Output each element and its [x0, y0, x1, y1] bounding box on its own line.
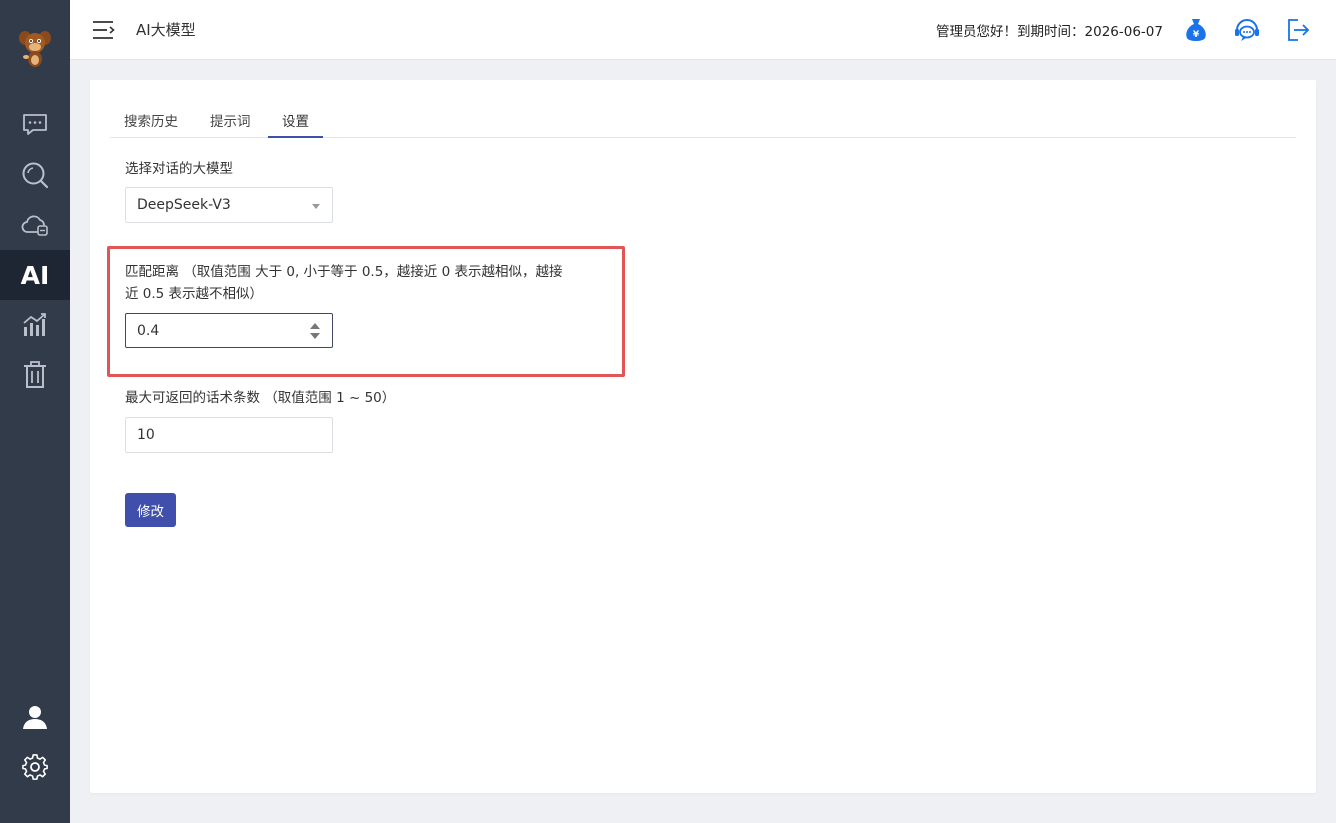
user-greeting: 管理员您好！到期时间：2026-06-07 [936, 24, 1163, 40]
user-icon [23, 706, 47, 729]
trash-icon [24, 361, 46, 388]
chart-icon [23, 313, 46, 336]
distance-label-line2: 近 0.5 表示越不相似） [125, 286, 264, 302]
distance-label: 匹配距离 （取值范围 大于 0, 小于等于 0.5，越接近 0 表示越相似，越接… [125, 261, 562, 305]
distance-input-value: 0.4 [137, 323, 160, 339]
tab-search-history[interactable]: 搜索历史 [110, 102, 192, 138]
tab-settings[interactable]: 设置 [268, 102, 323, 138]
sidebar-item-ai[interactable]: AI [0, 250, 70, 300]
ai-icon: AI [20, 260, 50, 290]
sidebar-item-search[interactable] [0, 150, 70, 200]
submit-button[interactable]: 修改 [125, 493, 176, 527]
search-icon [22, 162, 49, 189]
model-label: 选择对话的大模型 [125, 161, 233, 177]
page-title: AI大模型 [136, 21, 196, 39]
max-count-input[interactable]: 10 [125, 417, 333, 453]
tab-bar: 搜索历史 提示词 设置 [110, 102, 1296, 138]
distance-input[interactable]: 0.4 [125, 313, 333, 348]
cloud-icon [21, 215, 48, 236]
distance-label-line1: 匹配距离 （取值范围 大于 0, 小于等于 0.5，越接近 0 表示越相似，越接 [125, 264, 563, 280]
sidebar-item-settings[interactable] [0, 742, 70, 792]
model-select-value: DeepSeek-V3 [137, 197, 231, 213]
menu-toggle-icon[interactable] [92, 19, 116, 41]
gear-icon [22, 754, 48, 780]
sidebar: AI [0, 0, 70, 823]
money-bag-icon[interactable]: ¥ [1182, 16, 1210, 44]
number-spinner-icon[interactable] [309, 322, 321, 340]
logout-icon[interactable] [1284, 16, 1312, 44]
sidebar-item-trash[interactable] [0, 350, 70, 400]
customer-service-icon[interactable] [1233, 16, 1261, 44]
max-count-input-value: 10 [137, 427, 155, 443]
logo-icon[interactable] [17, 28, 53, 68]
top-header: AI大模型 管理员您好！到期时间：2026-06-07 ¥ [70, 0, 1336, 60]
chevron-down-icon [312, 204, 320, 209]
chat-icon [23, 114, 47, 135]
sidebar-item-user[interactable] [0, 692, 70, 742]
max-count-label: 最大可返回的话术条数 （取值范围 1 ~ 50） [125, 390, 396, 406]
sidebar-item-cloud[interactable] [0, 200, 70, 250]
model-select[interactable]: DeepSeek-V3 [125, 187, 333, 223]
svg-text:¥: ¥ [1193, 30, 1200, 40]
sidebar-item-chat[interactable] [0, 100, 70, 150]
tab-prompts[interactable]: 提示词 [196, 102, 265, 138]
sidebar-item-chart[interactable] [0, 300, 70, 350]
settings-card: 搜索历史 提示词 设置 选择对话的大模型 DeepSeek-V3 匹配距离 （取… [90, 80, 1316, 793]
